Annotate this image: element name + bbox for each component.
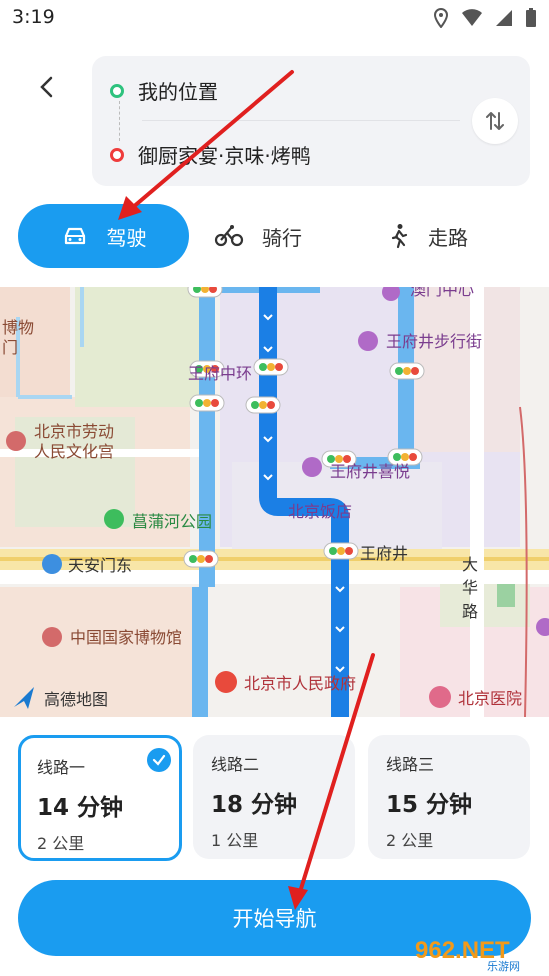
route-connector — [119, 101, 120, 141]
map-label: 王府井喜悦 — [330, 463, 410, 481]
route-option-2[interactable]: 线路二 18 分钟 1 公里 — [193, 735, 355, 859]
map-label: 博物 — [2, 319, 34, 337]
route-option-time: 14 分钟 — [37, 795, 124, 821]
status-bar: 3:19 — [0, 0, 549, 36]
map-label: 华 — [462, 579, 478, 597]
map-label: 菖蒲河公园 — [132, 513, 212, 531]
map-label: 北京饭店 — [288, 503, 352, 521]
map-block — [415, 287, 520, 452]
location-icon — [433, 8, 449, 28]
check-icon — [147, 748, 171, 772]
map-view[interactable]: 博物 门 北京市劳动 人民文化宫 菖蒲河公园 天安门东 中国国家博物馆 北京市人… — [0, 287, 549, 717]
watermark-text: 962.NET — [415, 937, 510, 964]
route-options: 线路一 14 分钟 2 公里 线路二 18 分钟 1 公里 线路三 15 分钟 … — [0, 735, 549, 861]
status-icons — [433, 8, 537, 28]
route-option-name: 线路二 — [211, 755, 260, 774]
route-option-time: 18 分钟 — [211, 792, 298, 818]
tab-bike[interactable]: 骑行 — [214, 204, 302, 268]
map-canvas: 博物 门 北京市劳动 人民文化宫 菖蒲河公园 天安门东 中国国家博物馆 北京市人… — [0, 287, 549, 717]
map-block — [75, 287, 200, 407]
map-block — [210, 587, 340, 717]
map-label: 北京医院 — [458, 690, 522, 708]
walk-icon — [391, 224, 408, 249]
swap-arrows-icon — [486, 112, 504, 130]
map-road-blue — [192, 587, 208, 717]
route-option-time: 15 分钟 — [386, 792, 473, 818]
route-option-distance: 1 公里 — [211, 831, 259, 850]
map-label: 北京市劳动 — [34, 423, 114, 441]
signal-icon — [496, 10, 512, 26]
car-icon — [64, 227, 85, 245]
map-label: 门 — [2, 339, 18, 357]
origin-text: 我的位置 — [138, 80, 218, 104]
route-option-name: 线路一 — [37, 758, 86, 777]
swap-button[interactable] — [472, 98, 518, 144]
map-label: 王府井 — [360, 545, 408, 563]
site-watermark: 962.NET 乐游网 — [415, 937, 520, 972]
tab-bike-label: 骑行 — [262, 225, 302, 250]
bicycle-icon — [214, 225, 244, 247]
amap-logo-text: 高德地图 — [44, 691, 108, 709]
map-label: 路 — [462, 603, 478, 621]
map-label: 北京市人民政府 — [244, 675, 356, 693]
start-navigation-label: 开始导航 — [232, 907, 317, 931]
tab-walk-label: 走路 — [428, 225, 468, 250]
map-label: 王府中环 — [188, 365, 252, 383]
destination-dot-icon — [110, 147, 124, 162]
map-label: 澳门中心 — [410, 287, 474, 299]
route-divider — [142, 120, 460, 121]
map-road-blue — [199, 287, 215, 587]
tab-walk[interactable]: 走路 — [388, 204, 468, 268]
route-option-distance: 2 公里 — [386, 831, 434, 850]
chevron-left-icon — [40, 76, 53, 98]
route-option-distance: 2 公里 — [37, 834, 85, 853]
wifi-icon — [462, 9, 482, 26]
battery-icon — [526, 8, 536, 27]
origin-row[interactable]: 我的位置 — [110, 76, 218, 105]
travel-mode-tabs: 驾驶 骑行 走路 — [0, 204, 549, 270]
destination-text: 御厨家宴·京味·烤鸭 — [138, 144, 311, 168]
map-label: 天安门东 — [68, 557, 132, 575]
map-label: 中国国家博物馆 — [70, 629, 182, 647]
route-option-3[interactable]: 线路三 15 分钟 2 公里 — [368, 735, 530, 859]
destination-row[interactable]: 御厨家宴·京味·烤鸭 — [110, 140, 311, 169]
route-option-1[interactable]: 线路一 14 分钟 2 公里 — [18, 735, 182, 861]
tab-drive-label: 驾驶 — [106, 225, 147, 250]
origin-dot-icon — [110, 83, 124, 98]
map-label: 人民文化宫 — [34, 443, 114, 461]
map-road — [470, 287, 484, 717]
route-input-card: 我的位置 御厨家宴·京味·烤鸭 — [92, 56, 530, 186]
status-time: 3:19 — [12, 6, 55, 28]
tab-drive[interactable]: 驾驶 — [18, 204, 189, 268]
route-option-name: 线路三 — [386, 755, 435, 774]
map-label: 大 — [462, 556, 478, 574]
map-label: 王府井步行街 — [386, 333, 482, 351]
back-button[interactable] — [30, 70, 64, 104]
watermark-sub: 乐游网 — [487, 960, 520, 972]
